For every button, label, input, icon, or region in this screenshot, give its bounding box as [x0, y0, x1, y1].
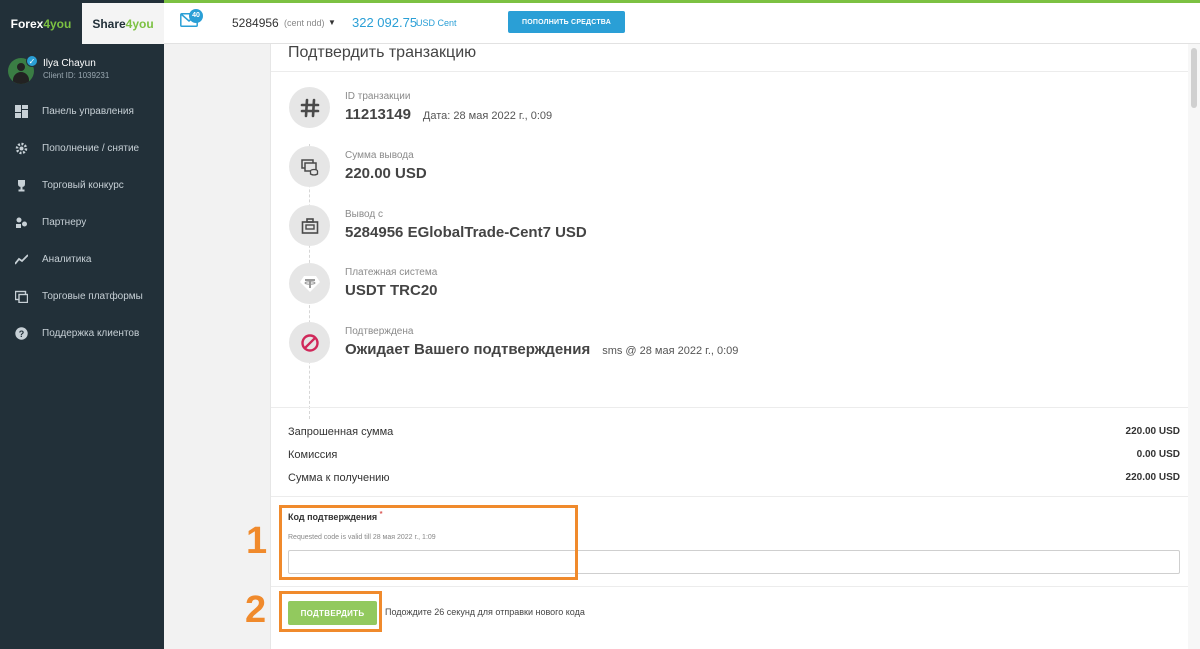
annotation-box-2 [279, 591, 382, 632]
sidebar-item-label: Панель управления [42, 106, 134, 117]
summary-value: 220.00 USD [1125, 472, 1180, 483]
sidebar-item-analytics[interactable]: Аналитика [0, 241, 164, 278]
resend-countdown-text: Подождите 26 секунд для отправки нового … [385, 607, 585, 617]
annotation-box-1 [279, 505, 578, 580]
transaction-id: 11213149 [345, 106, 411, 123]
sidebar-item-label: Партнеру [42, 217, 87, 228]
share-logo-prefix: Share [92, 16, 126, 31]
money-icon [289, 146, 330, 187]
sidebar-item-contest[interactable]: Торговый конкурс [0, 167, 164, 204]
svg-text:?: ? [18, 329, 24, 339]
sidebar-item-partner[interactable]: Партнеру [0, 204, 164, 241]
summary-row: Комиссия 0.00 USD [288, 443, 1180, 466]
step-value: 5284956 EGlobalTrade-Cent7 USD [345, 224, 587, 241]
sidebar-item-label: Аналитика [42, 254, 92, 265]
scrollbar-thumb[interactable] [1191, 48, 1197, 108]
account-type[interactable]: (cent ndd) [284, 18, 325, 28]
dashboard-icon [14, 105, 28, 119]
step-label: Вывод с [345, 209, 384, 220]
sidebar-menu: Панель управления Пополнение / снятие То… [0, 93, 164, 352]
sidebar-item-dashboard[interactable]: Панель управления [0, 93, 164, 130]
divider [271, 71, 1195, 72]
sidebar-item-deposit-withdraw[interactable]: Пополнение / снятие [0, 130, 164, 167]
sidebar-item-label: Торговые платформы [42, 291, 143, 302]
summary-label: Комиссия [288, 448, 338, 461]
step-withdraw-from: Вывод с 5284956 EGlobalTrade-Cent7 USD [289, 205, 1169, 247]
divider [271, 586, 1195, 587]
trophy-icon [14, 179, 28, 193]
user-profile[interactable]: ✓ Ilya Chayun Client ID: 1039231 [8, 55, 158, 87]
caret-down-icon[interactable]: ▼ [328, 18, 336, 27]
step-value: 11213149 Дата: 28 мая 2022 г., 0:09 [345, 106, 552, 123]
step-label: Платежная система [345, 267, 438, 278]
step-label: Сумма вывода [345, 150, 414, 161]
gear-icon [14, 142, 28, 156]
hash-icon [289, 87, 330, 128]
briefcase-icon [289, 205, 330, 246]
step-value: 220.00 USD [345, 165, 427, 182]
page-scrollbar[interactable] [1188, 44, 1200, 649]
step-label: ID транзакции [345, 91, 411, 102]
step-value: USDT TRC20 [345, 282, 438, 299]
step-confirmation-status: Подтверждена Ожидает Вашего подтверждени… [289, 322, 1169, 364]
sms-timestamp: sms @ 28 мая 2022 г., 0:09 [602, 345, 739, 357]
forex4you-tab[interactable]: Forex 4you [0, 3, 82, 44]
sidebar-item-platforms[interactable]: Торговые платформы [0, 278, 164, 315]
sidebar-item-label: Пополнение / снятие [42, 143, 140, 154]
divider [271, 496, 1195, 497]
sidebar: Forex 4you Share 4you ✓ Ilya Chayun Client… [0, 0, 164, 649]
step-value: Ожидает Вашего подтверждения sms @ 28 мая… [345, 341, 738, 358]
summary-row: Запрошенная сумма 220.00 USD [288, 420, 1180, 443]
platforms-icon [14, 290, 28, 304]
forex-logo-prefix: Forex [10, 16, 44, 31]
tether-icon [289, 263, 330, 304]
step-label: Подтверждена [345, 326, 414, 337]
chart-line-icon [14, 253, 28, 267]
verified-check-icon: ✓ [26, 55, 38, 67]
top-header: 40 5284956 (cent ndd) ▼ 322 092.75 USD C… [164, 3, 1200, 44]
brand-tabs: Forex 4you Share 4you [0, 3, 164, 44]
account-number[interactable]: 5284956 [232, 16, 279, 30]
share-logo-suffix: 4you [125, 16, 154, 31]
step-transaction-id: ID транзакции 11213149 Дата: 28 мая 2022 … [289, 87, 1169, 129]
sidebar-item-label: Поддержка клиентов [42, 328, 140, 339]
share4you-tab[interactable]: Share 4you [82, 3, 164, 44]
forex-logo-suffix: 4you [43, 16, 72, 31]
account-balance: 322 092.75 [352, 15, 418, 30]
summary-label: Сумма к получению [288, 471, 390, 484]
summary-row: Сумма к получению 220.00 USD [288, 466, 1180, 489]
amount-summary: Запрошенная сумма 220.00 USD Комиссия 0.… [288, 420, 1180, 489]
step-withdraw-amount: Сумма вывода 220.00 USD [289, 146, 1169, 188]
help-icon: ? [14, 327, 28, 341]
step-payment-system: Платежная система USDT TRC20 [289, 263, 1169, 305]
sidebar-item-label: Торговый конкурс [42, 180, 124, 191]
sidebar-item-support[interactable]: ? Поддержка клиентов [0, 315, 164, 352]
mail-count-badge: 40 [189, 9, 203, 23]
blocked-icon [289, 322, 330, 363]
balance-currency: USD Cent [416, 18, 457, 28]
partner-icon [14, 216, 28, 230]
confirmation-status: Ожидает Вашего подтверждения [345, 341, 591, 358]
page-title: Подтвердить транзакцию [288, 44, 477, 61]
annotation-number-1: 1 [246, 520, 268, 562]
client-id: Client ID: 1039231 [43, 71, 110, 80]
user-name: Ilya Chayun [43, 58, 96, 69]
summary-value: 220.00 USD [1125, 426, 1180, 437]
summary-value: 0.00 USD [1136, 449, 1180, 460]
annotation-number-2: 2 [245, 589, 267, 631]
transaction-date: Дата: 28 мая 2022 г., 0:09 [422, 110, 553, 122]
summary-label: Запрошенная сумма [288, 425, 394, 438]
divider [271, 407, 1195, 408]
deposit-button[interactable]: ПОПОЛНИТЬ СРЕДСТВА [508, 11, 625, 33]
